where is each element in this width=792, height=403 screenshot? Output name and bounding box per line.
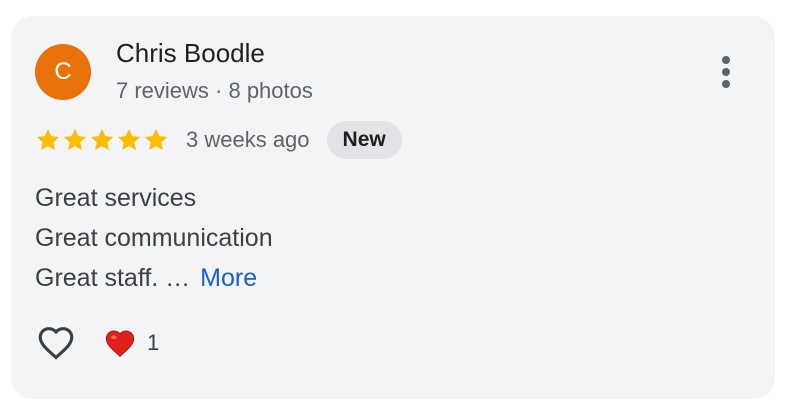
star-icon: [90, 128, 114, 150]
star-icon: [36, 128, 60, 150]
avatar[interactable]: C: [35, 44, 91, 100]
review-card: C Chris Boodle 7 reviews · 8 photos 3 we…: [11, 16, 775, 399]
heart-outline-icon: [38, 327, 74, 360]
like-button[interactable]: [35, 322, 77, 364]
reaction-count: 1: [147, 330, 160, 355]
reviewer-name[interactable]: Chris Boodle: [116, 38, 265, 69]
review-time: 3 weeks ago: [186, 127, 310, 152]
review-line-text: Great staff. …: [35, 264, 191, 292]
more-vert-icon: [722, 56, 730, 88]
star-rating: [35, 127, 169, 153]
new-badge: New: [326, 121, 402, 159]
reaction-button[interactable]: 1: [103, 326, 159, 360]
rating-row: 3 weeks ago New: [35, 120, 402, 160]
star-icon: [117, 128, 141, 150]
review-line: Great staff. … More: [35, 258, 273, 298]
review-line: Great communication: [35, 224, 273, 252]
review-line: Great services: [35, 184, 197, 212]
more-options-button[interactable]: [712, 54, 740, 90]
red-heart-icon: [105, 330, 135, 358]
review-actions: 1: [35, 322, 159, 364]
star-icon: [63, 128, 87, 150]
reviewer-meta: 7 reviews · 8 photos: [116, 78, 313, 103]
review-text: Great services Great communication Great…: [35, 178, 273, 298]
more-link[interactable]: More: [200, 264, 257, 292]
star-icon: [144, 128, 168, 150]
